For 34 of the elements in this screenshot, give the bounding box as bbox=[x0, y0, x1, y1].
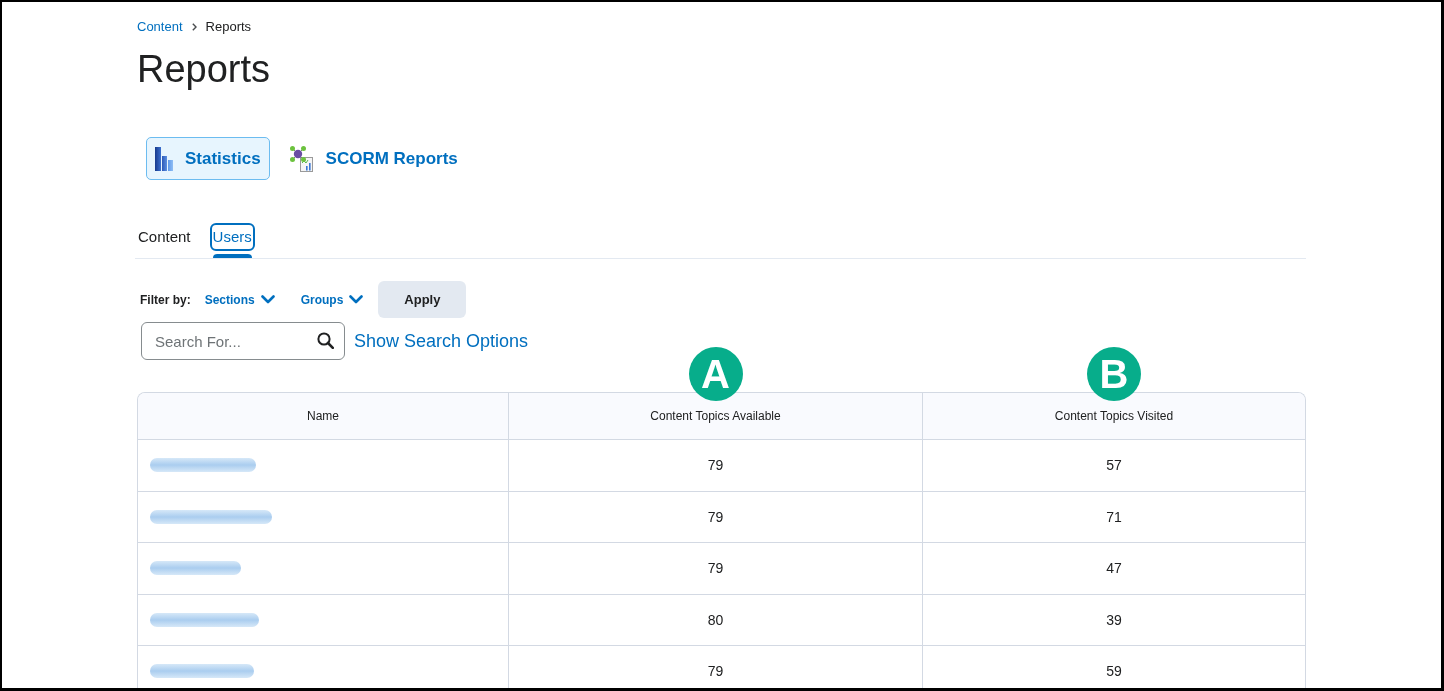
column-header: Content Topics Available bbox=[650, 409, 781, 423]
filter-label: Filter by: bbox=[140, 292, 191, 307]
table-cell: 79 bbox=[508, 543, 922, 594]
table-cell: 47 bbox=[922, 543, 1305, 594]
column-header: Name bbox=[307, 409, 339, 423]
search-icon[interactable] bbox=[317, 332, 334, 349]
table-cell: 57 bbox=[922, 440, 1305, 491]
table-cell: 80 bbox=[508, 594, 922, 645]
report-type-button[interactable]: SCORM Reports bbox=[280, 137, 467, 180]
table-cell: 79 bbox=[508, 440, 922, 491]
chevron-down-icon bbox=[349, 295, 364, 304]
bar-chart-icon bbox=[155, 146, 173, 171]
table-cell: 71 bbox=[922, 491, 1305, 542]
callout-badge: A bbox=[688, 347, 743, 401]
page-title: Reports bbox=[137, 47, 272, 92]
chevron-down-icon bbox=[260, 295, 275, 304]
search-options-link[interactable]: Show Search Options bbox=[354, 330, 529, 352]
apply-button[interactable]: Apply bbox=[378, 281, 467, 318]
table-cell: 39 bbox=[922, 594, 1305, 645]
report-type-button[interactable]: Statistics bbox=[146, 137, 270, 180]
tab[interactable]: Users bbox=[209, 223, 255, 251]
filter-dropdown[interactable]: Groups bbox=[300, 292, 364, 307]
table-cell: 59 bbox=[922, 646, 1305, 688]
table-cell: 79 bbox=[508, 646, 922, 688]
tab[interactable]: Content bbox=[135, 223, 194, 251]
column-header: Content Topics Visited bbox=[1054, 409, 1174, 423]
network-report-icon bbox=[289, 145, 314, 172]
table-cell: 79 bbox=[508, 491, 922, 542]
callout-badge: B bbox=[1087, 347, 1141, 401]
search-field[interactable]: Search For... bbox=[141, 322, 345, 360]
chevron-right-icon bbox=[191, 23, 197, 31]
filter-dropdown[interactable]: Sections bbox=[204, 292, 275, 307]
breadcrumb-current: Reports bbox=[205, 19, 252, 35]
breadcrumb-link[interactable]: Content bbox=[137, 19, 183, 35]
